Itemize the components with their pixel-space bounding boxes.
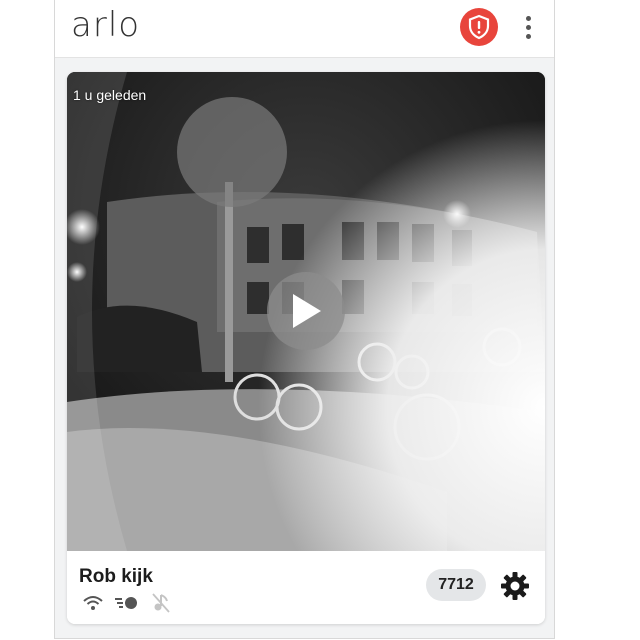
menu-dot [525,33,531,39]
alert-button[interactable] [460,8,498,46]
camera-card-footer: Rob kijk 7712 [67,551,545,624]
camera-card: 1 u geleden Rob kijk 7712 [67,72,545,624]
play-button[interactable] [267,272,345,350]
more-vertical-icon [525,15,531,21]
app-window: arlo 1 u geleden Rob kijk 7712 [54,0,555,639]
more-menu-button[interactable] [518,12,538,42]
wifi-icon [81,593,105,613]
timestamp-label: 1 u geleden [73,87,147,103]
arlo-logo: arlo [71,5,141,45]
audio-off-icon [149,593,173,613]
menu-dot [525,24,531,30]
play-icon [293,294,321,328]
app-header: arlo [55,0,554,58]
shield-alert-icon [468,14,490,40]
battery-motion-icon [115,593,139,613]
gear-icon [501,572,529,600]
camera-feed[interactable]: 1 u geleden [67,72,545,551]
status-icons [81,593,173,613]
camera-count-badge[interactable]: 7712 [426,569,486,601]
settings-button[interactable] [500,571,530,601]
camera-name: Rob kijk [79,566,153,587]
